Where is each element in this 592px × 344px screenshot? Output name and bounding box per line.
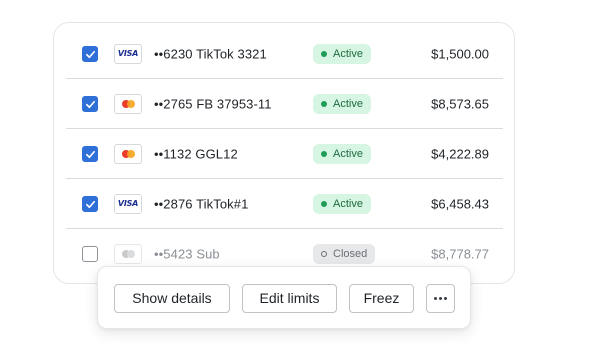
screen: VISA ••6230 TikTok 3321 Active $1,500.00…	[0, 0, 592, 344]
status-label: Active	[333, 47, 363, 60]
accounts-table: VISA ••6230 TikTok 3321 Active $1,500.00…	[53, 22, 515, 284]
mastercard-logo	[114, 244, 142, 264]
table-row[interactable]: VISA ••6230 TikTok 3321 Active $1,500.00	[66, 29, 503, 79]
row-checkbox[interactable]	[82, 45, 98, 62]
mastercard-icon	[122, 99, 136, 108]
card-name: ••1132 GGL12	[154, 146, 238, 161]
mastercard-logo	[114, 143, 142, 164]
status-badge: Active	[313, 193, 371, 214]
row-checkbox[interactable]	[82, 95, 98, 112]
visa-wordmark: VISA	[117, 48, 139, 58]
table-row[interactable]: VISA ••2876 TikTok#1 Active $6,458.43	[66, 179, 503, 229]
row-checkbox[interactable]	[82, 195, 98, 212]
closed-ring-icon	[321, 251, 327, 257]
active-dot-icon	[321, 200, 327, 207]
table-row[interactable]: ••1132 GGL12 Active $4,222.89	[66, 129, 503, 179]
status-label: Active	[333, 147, 363, 160]
status-badge: Closed	[313, 244, 376, 264]
show-details-button[interactable]: Show details	[114, 284, 230, 313]
row-checkbox[interactable]	[82, 246, 98, 262]
balance-amount: $8,573.65	[431, 96, 489, 111]
row-checkbox[interactable]	[82, 145, 98, 162]
mastercard-logo	[114, 93, 142, 114]
card-name: ••6230 TikTok 3321	[154, 46, 267, 61]
card-name: ••5423 Sub	[154, 246, 220, 262]
active-dot-icon	[321, 100, 327, 107]
bulk-action-bar: Show details Edit limits Freez	[97, 266, 471, 329]
status-badge: Active	[313, 143, 371, 164]
balance-amount: $6,458.43	[431, 196, 489, 211]
status-badge: Active	[313, 93, 371, 114]
checkmark-icon	[86, 100, 95, 108]
visa-wordmark: VISA	[117, 198, 139, 208]
visa-logo: VISA	[114, 193, 142, 214]
status-label: Active	[333, 197, 363, 210]
balance-amount: $4,222.89	[431, 146, 489, 161]
status-label: Active	[333, 97, 363, 110]
active-dot-icon	[321, 50, 327, 57]
mastercard-icon	[122, 149, 136, 158]
card-name: ••2876 TikTok#1	[154, 196, 249, 211]
active-dot-icon	[321, 150, 327, 157]
status-badge: Active	[313, 43, 371, 64]
balance-amount: $8,778.77	[431, 246, 489, 262]
checkmark-icon	[86, 200, 95, 208]
checkmark-icon	[86, 50, 95, 58]
card-name: ••2765 FB 37953-11	[154, 96, 272, 111]
edit-limits-button[interactable]: Edit limits	[242, 284, 337, 313]
status-label: Closed	[333, 248, 368, 260]
visa-logo: VISA	[114, 43, 142, 64]
more-actions-button[interactable]	[426, 284, 455, 313]
checkmark-icon	[86, 150, 95, 158]
balance-amount: $1,500.00	[431, 46, 489, 61]
freeze-button[interactable]: Freez	[349, 284, 414, 313]
table-row[interactable]: ••2765 FB 37953-11 Active $8,573.65	[66, 79, 503, 129]
mastercard-icon	[122, 250, 136, 258]
